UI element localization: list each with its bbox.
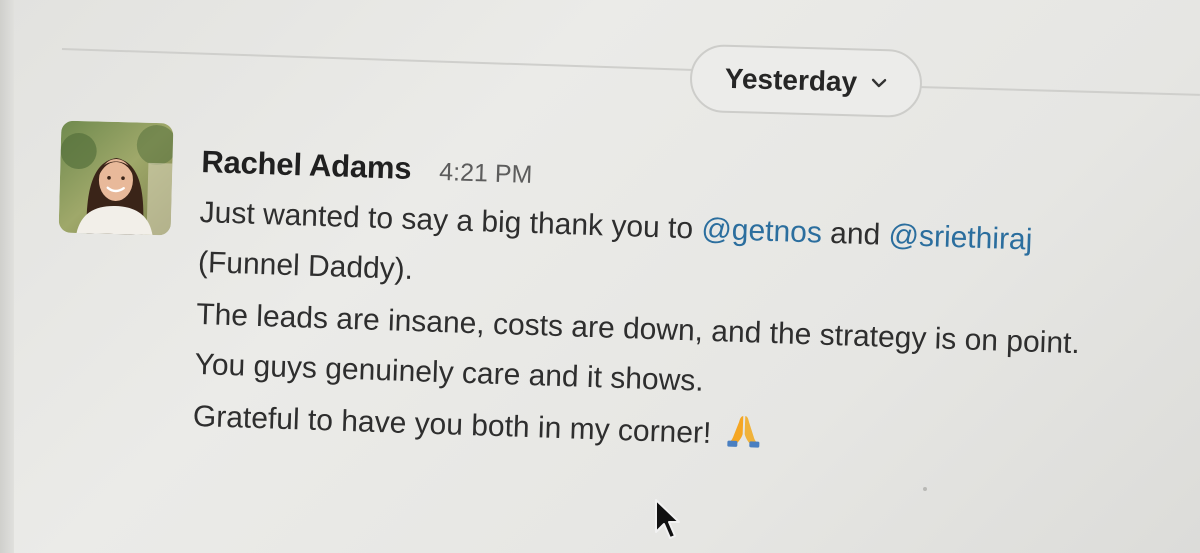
mention-getnos[interactable]: @getnos: [701, 213, 823, 250]
mention-sriethiraj[interactable]: @sriethiraj: [888, 219, 1033, 257]
date-divider-line-right: [917, 86, 1200, 96]
screen-speck: [923, 487, 927, 491]
folded-hands-emoji-icon: [724, 412, 762, 465]
message-author[interactable]: Rachel Adams: [201, 144, 412, 187]
message-text-segment: Just wanted to say a big thank you to: [199, 195, 702, 246]
date-divider-button[interactable]: Yesterday: [689, 43, 923, 119]
avatar[interactable]: [58, 120, 174, 236]
chevron-down-icon: [872, 78, 887, 88]
screen-edge: [0, 0, 14, 553]
message-timestamp[interactable]: 4:21 PM: [439, 158, 533, 190]
date-divider-label: Yesterday: [724, 62, 858, 98]
message-block: Rachel Adams 4:21 PM Just wanted to say …: [192, 144, 1161, 478]
message-text-segment: and: [821, 216, 890, 252]
user-avatar-photo-icon: [58, 120, 174, 236]
mouse-pointer-icon: [655, 499, 680, 539]
date-divider-line-left: [61, 48, 702, 72]
message-text-segment: Grateful to have you both in my corner!: [192, 399, 712, 451]
